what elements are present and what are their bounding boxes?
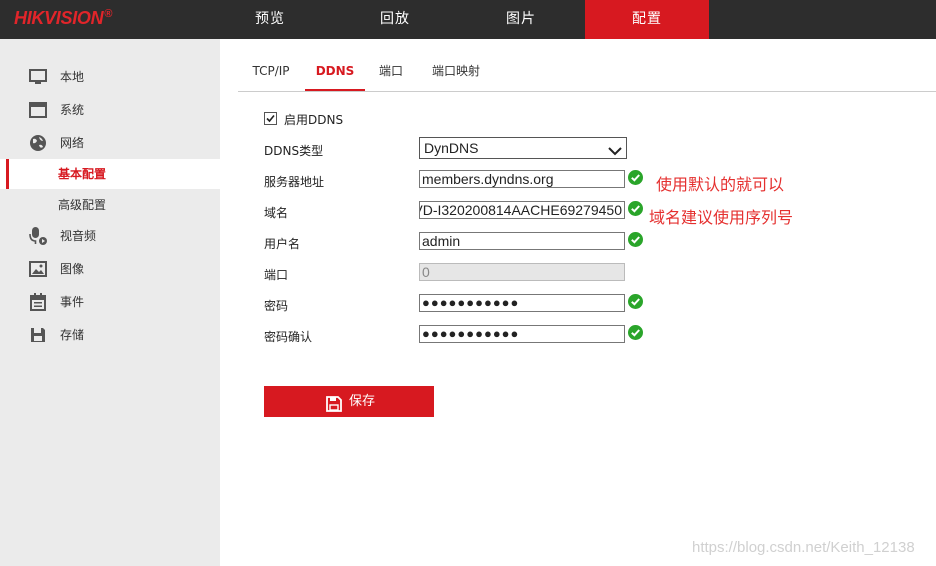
config-tabs: TCP/IP DDNS 端口 端口映射	[238, 52, 936, 92]
registered-mark: ®	[104, 8, 113, 20]
floppy-save-icon	[326, 393, 342, 412]
password-input[interactable]: ●●●●●●●●●●●	[419, 294, 625, 312]
check-ok-icon	[628, 232, 643, 247]
tab-port[interactable]: 端口	[378, 52, 404, 91]
sidebar-item-local[interactable]: 本地	[0, 62, 220, 92]
check-ok-icon	[628, 170, 643, 185]
ddns-type-select[interactable]: DynDNS	[419, 137, 627, 159]
calendar-icon	[28, 292, 48, 312]
domain-note-annotation: 域名建议使用序列号	[649, 208, 794, 227]
monitor-icon	[28, 67, 48, 87]
domain-value: VD-I320200814AACHE69279450	[419, 202, 622, 218]
sidebar-item-label: 系统	[60, 103, 85, 117]
check-ok-icon	[628, 294, 643, 309]
sidebar-item-network[interactable]: 网络	[0, 128, 220, 158]
nav-preview[interactable]: 预览	[208, 0, 332, 39]
enable-ddns-checkbox[interactable]	[264, 112, 277, 125]
check-ok-icon	[628, 325, 643, 340]
nav-configuration[interactable]: 配置	[585, 0, 709, 39]
sidebar-item-storage[interactable]: 存储	[0, 320, 220, 350]
port-input: 0	[419, 263, 625, 281]
sidebar-item-advanced-config[interactable]: 高级配置	[0, 190, 220, 220]
ddns-type-value: DynDNS	[424, 140, 479, 156]
sidebar-item-video-audio[interactable]: 视音频	[0, 221, 220, 251]
nav-playback[interactable]: 回放	[333, 0, 457, 39]
sidebar-item-basic-config[interactable]: 基本配置	[0, 159, 220, 189]
globe-icon	[28, 133, 48, 153]
nav-picture[interactable]: 图片	[459, 0, 583, 39]
server-note-annotation: 使用默认的就可以	[656, 175, 785, 194]
tab-ddns[interactable]: DDNS	[305, 52, 365, 91]
sidebar: 本地 系统 网络 基本配置 高级配置 视音频 图像 事件 存储	[0, 39, 220, 566]
sidebar-item-label: 事件	[60, 295, 85, 309]
microphone-camera-icon	[28, 226, 48, 246]
tab-tcpip[interactable]: TCP/IP	[250, 52, 292, 91]
password-confirm-input[interactable]: ●●●●●●●●●●●	[419, 325, 625, 343]
sidebar-item-label: 本地	[60, 70, 85, 84]
sidebar-item-label: 图像	[60, 262, 85, 276]
port-label: 端口	[264, 268, 289, 282]
top-navigation-bar: HIKVISION® 预览 回放 图片 配置	[0, 0, 936, 39]
system-window-icon	[28, 100, 48, 120]
domain-input[interactable]: VD-I320200814AACHE69279450	[419, 201, 625, 219]
sidebar-item-system[interactable]: 系统	[0, 95, 220, 125]
watermark-url: https://blog.csdn.net/Keith_12138	[692, 539, 915, 556]
sidebar-item-label: 高级配置	[58, 198, 107, 212]
enable-ddns-label: 启用DDNS	[284, 113, 344, 127]
ddns-type-label: DDNS类型	[264, 144, 324, 158]
server-address-label: 服务器地址	[264, 175, 325, 189]
save-button[interactable]: 保存	[264, 386, 434, 417]
sidebar-item-label: 存储	[60, 328, 85, 342]
chevron-down-icon	[608, 142, 622, 156]
check-ok-icon	[628, 201, 643, 216]
username-input[interactable]: admin	[419, 232, 625, 250]
sidebar-item-label: 网络	[60, 136, 85, 150]
password-label: 密码	[264, 299, 289, 313]
sidebar-item-label: 基本配置	[58, 167, 107, 181]
save-button-label: 保存	[349, 394, 376, 409]
image-icon	[28, 259, 48, 279]
logo-text: HIKVISION	[14, 8, 104, 28]
password-confirm-label: 密码确认	[264, 330, 313, 344]
sidebar-item-image[interactable]: 图像	[0, 254, 220, 284]
domain-label: 域名	[264, 206, 289, 220]
server-address-input[interactable]: members.dyndns.org	[419, 170, 625, 188]
hikvision-logo: HIKVISION®	[14, 8, 112, 29]
sidebar-item-label: 视音频	[60, 229, 97, 243]
floppy-icon	[28, 325, 48, 345]
tab-port-mapping[interactable]: 端口映射	[430, 52, 482, 91]
sidebar-item-event[interactable]: 事件	[0, 287, 220, 317]
username-label: 用户名	[264, 237, 301, 251]
